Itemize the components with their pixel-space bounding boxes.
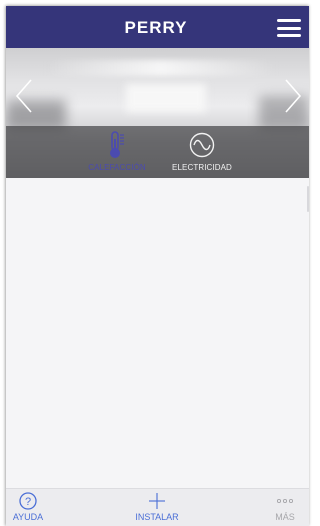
- tab-more-label: MÁS: [275, 512, 295, 522]
- help-icon: ?: [19, 492, 37, 510]
- category-heating-label: CALEFACCIÓN: [88, 163, 146, 172]
- tab-install-label: INSTALAR: [135, 512, 179, 522]
- scroll-indicator: [307, 186, 309, 212]
- category-bar: CALEFACCIÓN ELECTRICIDAD: [6, 126, 309, 178]
- tab-help[interactable]: ? AYUDA: [6, 491, 56, 522]
- hamburger-menu-icon[interactable]: [277, 19, 301, 37]
- app-screen: PERRY CALEFACCIÓN ELECTRICIDAD ? AYUDA I…: [6, 6, 309, 526]
- category-electricity-label: ELECTRICIDAD: [172, 163, 232, 172]
- chevron-right-icon[interactable]: [283, 78, 303, 114]
- logo-text: PERRY: [125, 18, 188, 37]
- perry-logo: PERRY: [125, 18, 188, 37]
- plus-icon: [149, 493, 165, 509]
- svg-text:?: ?: [25, 496, 31, 508]
- thermometer-icon: [110, 131, 124, 158]
- tab-help-label: AYUDA: [12, 512, 44, 522]
- electricity-wave-icon: [189, 132, 215, 158]
- category-electricity[interactable]: ELECTRICIDAD: [164, 130, 240, 172]
- app-header: PERRY: [6, 6, 309, 48]
- tab-install[interactable]: INSTALAR: [122, 491, 192, 522]
- more-icon: [276, 498, 294, 504]
- category-heating[interactable]: CALEFACCIÓN: [82, 130, 152, 172]
- tab-more[interactable]: MÁS: [262, 491, 308, 522]
- bottom-tab-bar: ? AYUDA INSTALAR MÁS: [6, 488, 309, 526]
- chevron-left-icon[interactable]: [14, 78, 34, 114]
- hero-banner: CALEFACCIÓN ELECTRICIDAD: [6, 48, 309, 178]
